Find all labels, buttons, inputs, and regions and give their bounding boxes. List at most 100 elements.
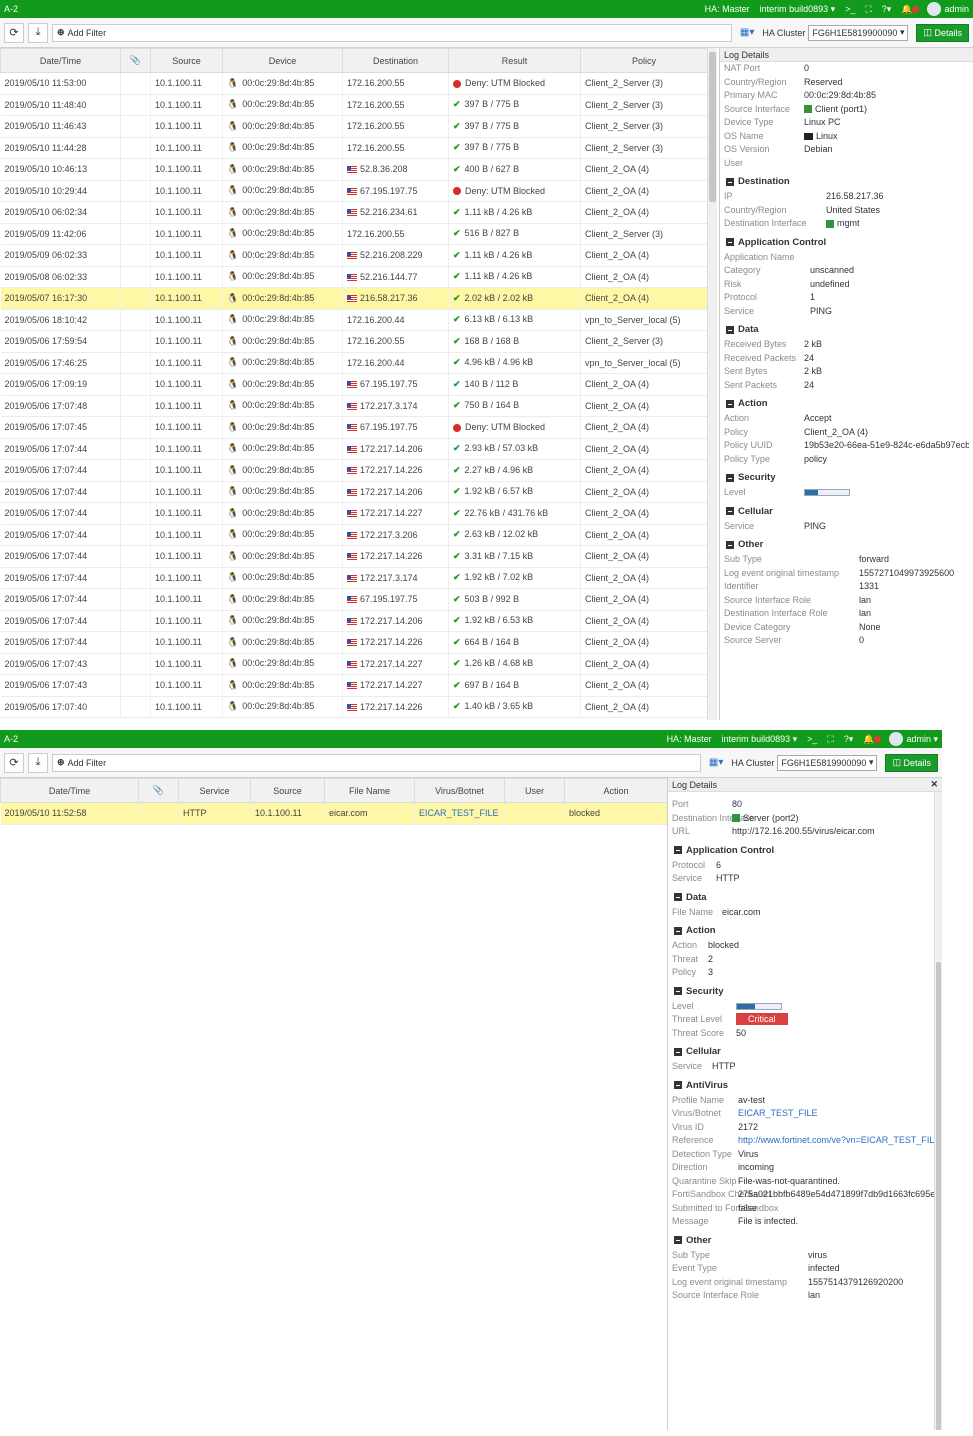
- section-title[interactable]: Security: [726, 472, 973, 483]
- ha-cluster-select[interactable]: FG6H1E5819900090 ▾: [808, 24, 909, 41]
- table-row[interactable]: 2019/05/09 06:02:33 10.1.100.11 🐧 00:0c:29:…: [0, 244, 708, 267]
- table-row[interactable]: 2019/05/07 16:17:30 10.1.100.11 🐧 00:0c:29:…: [0, 287, 708, 310]
- section-title[interactable]: AntiVirus: [674, 1080, 942, 1091]
- section-title[interactable]: Action: [674, 925, 942, 936]
- column-header[interactable]: User: [504, 778, 565, 803]
- collapse-icon[interactable]: [726, 473, 734, 482]
- column-header[interactable]: Result: [448, 48, 581, 73]
- column-header[interactable]: Virus/Botnet: [414, 778, 505, 803]
- collapse-icon[interactable]: [726, 177, 734, 186]
- section-title[interactable]: Other: [726, 539, 973, 550]
- refresh-icon[interactable]: ⟳: [4, 22, 24, 43]
- table-row[interactable]: 2019/05/10 06:02:34 10.1.100.11 🐧 00:0c:29:…: [0, 201, 708, 224]
- table-row[interactable]: 2019/05/06 17:07:44 10.1.100.11 🐧 00:0c:29:…: [0, 481, 708, 503]
- table-row[interactable]: 2019/05/10 11:52:58 HTTP 10.1.100.11 eicar.…: [0, 802, 668, 825]
- table-row[interactable]: 2019/05/06 17:09:19 10.1.100.11 🐧 00:0c:29:…: [0, 373, 708, 396]
- table-row[interactable]: 2019/05/06 17:07:43 10.1.100.11 🐧 00:0c:29:…: [0, 674, 708, 697]
- help-icon[interactable]: ?▾: [882, 4, 892, 15]
- table-row[interactable]: 2019/05/06 17:07:45 10.1.100.11 🐧 00:0c:29:…: [0, 416, 708, 439]
- fullscreen-icon[interactable]: ⛶: [865, 4, 871, 15]
- collapse-icon[interactable]: [726, 507, 734, 515]
- table-row[interactable]: 2019/05/06 17:07:44 10.1.100.11 🐧 00:0c:29:…: [0, 588, 708, 611]
- collapse-icon[interactable]: [674, 1236, 682, 1244]
- view-options-icon[interactable]: ▦▾: [709, 757, 723, 768]
- column-header[interactable]: Destination: [342, 48, 449, 73]
- cli-console-icon[interactable]: >_: [845, 4, 855, 14]
- avatar[interactable]: [927, 2, 942, 16]
- collapse-icon[interactable]: [726, 399, 734, 408]
- column-header[interactable]: Device: [222, 48, 343, 73]
- admin-menu[interactable]: admin: [944, 4, 969, 14]
- download-icon[interactable]: ⤓: [28, 752, 48, 773]
- admin-menu[interactable]: admin ▾: [906, 734, 938, 745]
- ha-status[interactable]: HA: Master: [705, 4, 750, 14]
- section-title[interactable]: Other: [674, 1235, 942, 1246]
- table-row[interactable]: 2019/05/06 17:07:44 10.1.100.11 🐧 00:0c:29:…: [0, 502, 708, 525]
- details-button[interactable]: ◫ Details: [916, 23, 969, 42]
- section-title[interactable]: Application Control: [726, 237, 973, 248]
- refresh-icon[interactable]: ⟳: [4, 752, 24, 773]
- table-row[interactable]: 2019/05/06 17:07:44 10.1.100.11 🐧 00:0c:29:…: [0, 567, 708, 589]
- avatar[interactable]: [889, 732, 904, 746]
- table-row[interactable]: 2019/05/10 10:46:13 10.1.100.11 🐧 00:0c:29:…: [0, 158, 708, 181]
- collapse-icon[interactable]: [726, 540, 734, 549]
- collapse-icon[interactable]: [674, 893, 682, 901]
- fullscreen-icon[interactable]: ⛶: [827, 734, 833, 745]
- view-options-icon[interactable]: ▦▾: [740, 27, 754, 38]
- collapse-icon[interactable]: [674, 987, 682, 995]
- scrollbar-thumb[interactable]: [709, 52, 716, 202]
- collapse-icon[interactable]: [726, 325, 734, 334]
- table-row[interactable]: 2019/05/06 17:07:44 10.1.100.11 🐧 00:0c:29:…: [0, 524, 708, 546]
- table-row[interactable]: 2019/05/06 17:07:40 10.1.100.11 🐧 00:0c:29:…: [0, 696, 708, 718]
- collapse-icon[interactable]: [674, 926, 682, 935]
- table-row[interactable]: 2019/05/10 11:48:40 10.1.100.11 🐧 00:0c:29:…: [0, 94, 708, 116]
- table-row[interactable]: 2019/05/06 17:07:44 10.1.100.11 🐧 00:0c:29:…: [0, 459, 708, 482]
- build-menu[interactable]: interim build0893 ▾: [760, 4, 836, 15]
- section-title[interactable]: Application Control: [674, 845, 942, 856]
- attachment-column-header[interactable]: 📎: [138, 778, 179, 803]
- collapse-icon[interactable]: [674, 1047, 682, 1056]
- filter-input[interactable]: ⊕ Add Filter: [52, 753, 701, 772]
- table-row[interactable]: 2019/05/06 17:07:48 10.1.100.11 🐧 00:0c:29:…: [0, 395, 708, 417]
- notifications-icon[interactable]: 🔔: [863, 734, 882, 745]
- collapse-icon[interactable]: [674, 846, 682, 854]
- details-button[interactable]: ◫ Details: [885, 753, 938, 772]
- table-row[interactable]: 2019/05/10 10:29:44 10.1.100.11 🐧 00:0c:29:…: [0, 180, 708, 202]
- ha-cluster-select[interactable]: FG6H1E5819900090 ▾: [777, 754, 878, 771]
- table-row[interactable]: 2019/05/06 17:07:44 10.1.100.11 🐧 00:0c:29:…: [0, 610, 708, 632]
- attachment-column-header[interactable]: 📎: [120, 48, 151, 73]
- column-header[interactable]: Policy: [580, 48, 708, 73]
- table-row[interactable]: 2019/05/10 11:46:43 10.1.100.11 🐧 00:0c:29:…: [0, 115, 708, 138]
- column-header[interactable]: Source: [150, 48, 223, 73]
- build-menu[interactable]: interim build0893 ▾: [722, 734, 798, 745]
- collapse-icon[interactable]: [674, 1081, 682, 1089]
- table-row[interactable]: 2019/05/06 17:07:43 10.1.100.11 🐧 00:0c:29:…: [0, 653, 708, 675]
- table-row[interactable]: 2019/05/06 17:46:25 10.1.100.11 🐧 00:0c:29:…: [0, 352, 708, 374]
- column-header[interactable]: Service: [178, 778, 251, 803]
- filter-input[interactable]: ⊕ Add Filter: [52, 23, 732, 42]
- details-scrollbar[interactable]: [934, 792, 942, 1430]
- table-scrollbar[interactable]: [707, 48, 717, 720]
- table-row[interactable]: 2019/05/08 06:02:33 10.1.100.11 🐧 00:0c:29:…: [0, 266, 708, 288]
- table-row[interactable]: 2019/05/06 17:07:44 10.1.100.11 🐧 00:0c:29:…: [0, 438, 708, 460]
- section-title[interactable]: Security: [674, 986, 942, 997]
- help-icon[interactable]: ?▾: [844, 734, 854, 745]
- column-header[interactable]: Date/Time: [0, 48, 121, 73]
- column-header[interactable]: Action: [564, 778, 668, 803]
- close-icon[interactable]: ✕: [930, 779, 938, 790]
- cli-console-icon[interactable]: >_: [807, 734, 817, 744]
- download-icon[interactable]: ⤓: [28, 22, 48, 43]
- collapse-icon[interactable]: [726, 238, 734, 246]
- section-title[interactable]: Action: [726, 398, 973, 409]
- scrollbar-thumb[interactable]: [936, 962, 941, 1430]
- table-row[interactable]: 2019/05/06 17:59:54 10.1.100.11 🐧 00:0c:29:…: [0, 330, 708, 353]
- column-header[interactable]: Date/Time: [0, 778, 139, 803]
- section-title[interactable]: Cellular: [726, 506, 973, 517]
- column-header[interactable]: Source: [250, 778, 325, 803]
- table-row[interactable]: 2019/05/06 18:10:42 10.1.100.11 🐧 00:0c:29:…: [0, 309, 708, 331]
- section-title[interactable]: Destination: [726, 176, 973, 187]
- ha-status[interactable]: HA: Master: [667, 734, 712, 744]
- section-title[interactable]: Cellular: [674, 1046, 942, 1057]
- table-row[interactable]: 2019/05/06 17:07:44 10.1.100.11 🐧 00:0c:29:…: [0, 545, 708, 568]
- section-title[interactable]: Data: [674, 892, 942, 903]
